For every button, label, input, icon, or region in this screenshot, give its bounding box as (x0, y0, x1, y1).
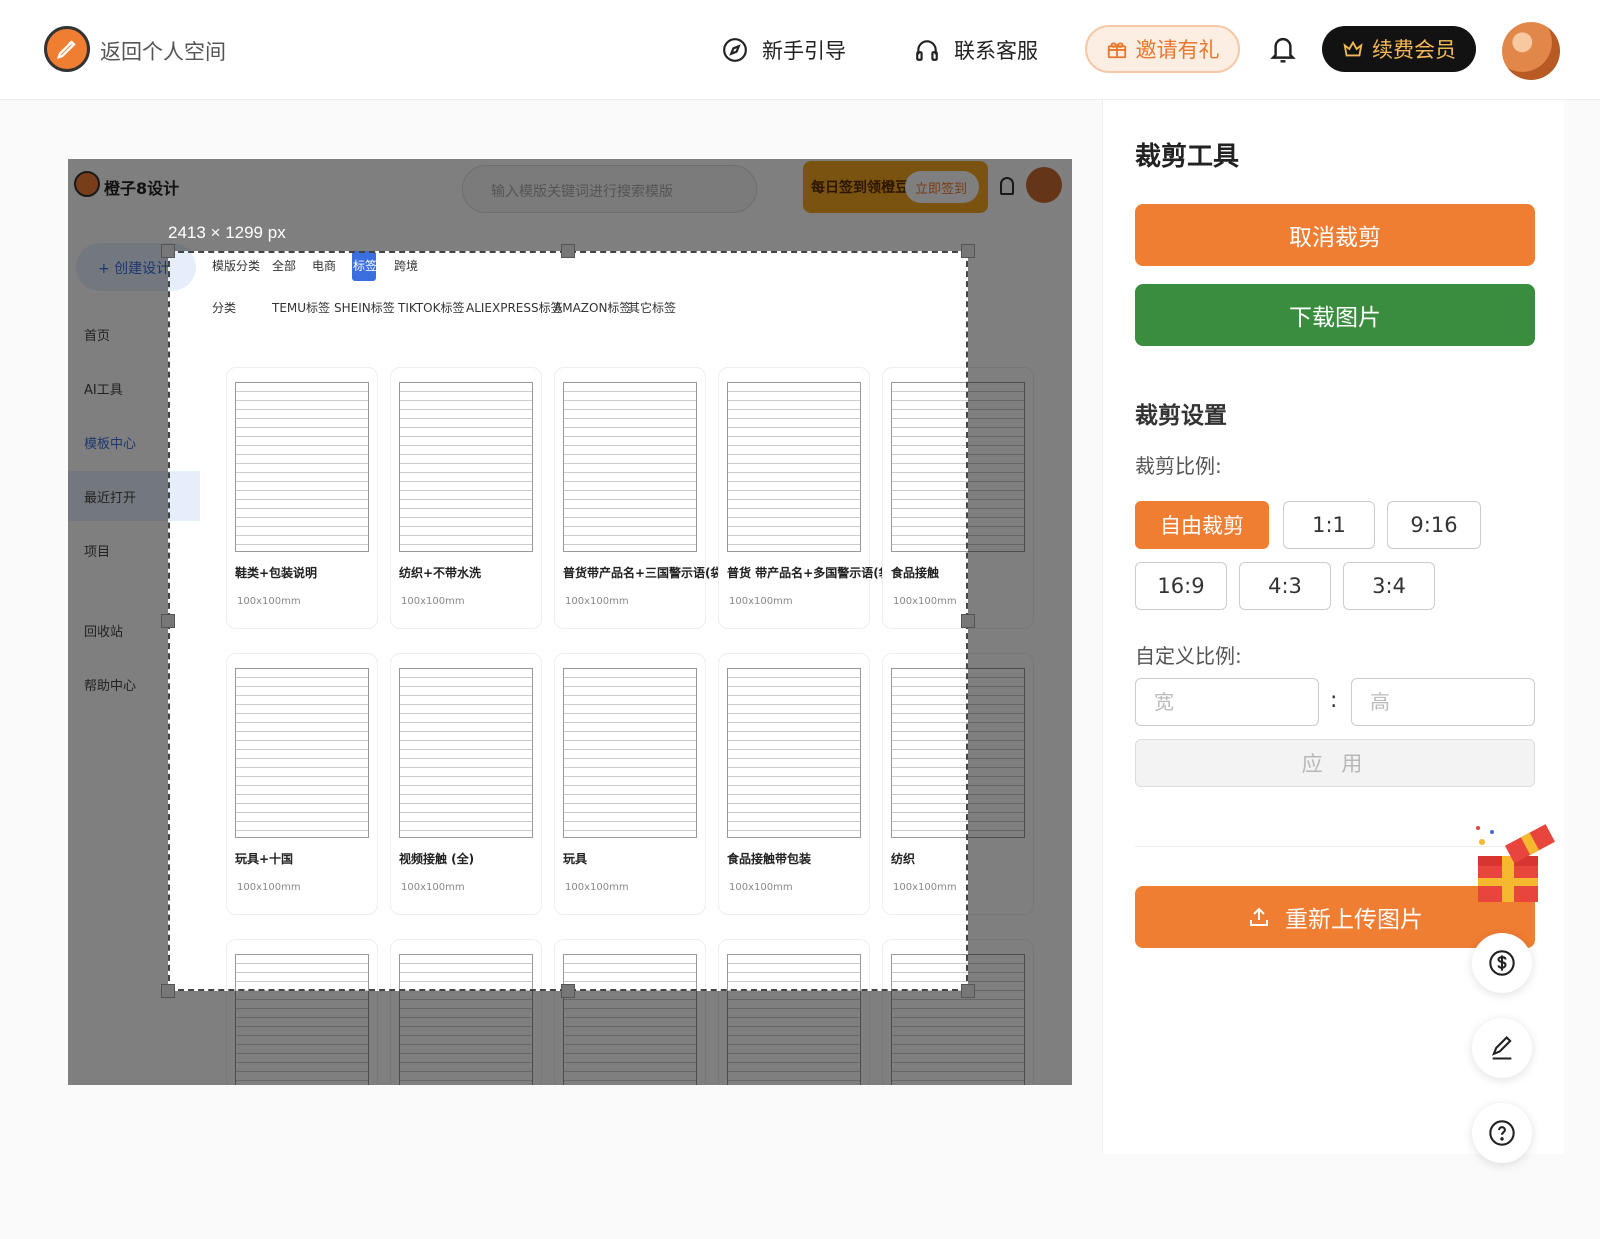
top-bar: 返回个人空间 新手引导 联系客服 邀请有礼 续费会员 (0, 0, 1600, 100)
help-float-button[interactable] (1472, 1103, 1532, 1163)
ratio-9-16-button[interactable]: 9:16 (1387, 501, 1481, 549)
compass-icon (723, 38, 747, 62)
invite-label: 邀请有礼 (1135, 38, 1220, 62)
bell-icon[interactable] (1268, 33, 1298, 65)
guide-link[interactable]: 新手引导 (722, 35, 846, 65)
download-image-button[interactable]: 下载图片 (1135, 284, 1535, 346)
cancel-crop-button[interactable]: 取消裁剪 (1135, 204, 1535, 266)
user-avatar[interactable] (1502, 22, 1560, 80)
help-icon (1489, 1120, 1515, 1146)
crop-settings-title: 裁剪设置 (1135, 403, 1227, 429)
custom-height-input[interactable] (1351, 678, 1535, 726)
invite-button[interactable]: 邀请有礼 (1085, 25, 1240, 73)
crop-handle-right[interactable] (961, 614, 975, 628)
renew-membership-button[interactable]: 续费会员 (1322, 26, 1476, 72)
pricing-float-button[interactable] (1472, 933, 1532, 993)
ratio-3-4-button[interactable]: 3:4 (1343, 562, 1435, 610)
renew-label: 续费会员 (1372, 38, 1456, 62)
crop-handle-bottom-left[interactable] (161, 984, 175, 998)
ratio-label: 裁剪比例: (1135, 454, 1222, 478)
ratio-1-1-button[interactable]: 1:1 (1283, 501, 1375, 549)
brand-logo-icon[interactable] (44, 26, 90, 72)
crop-mask-bottom (68, 991, 1072, 1085)
reupload-label: 重新上传图片 (1285, 907, 1423, 933)
guide-label: 新手引导 (762, 39, 846, 63)
edit-float-button[interactable] (1472, 1018, 1532, 1078)
crop-handle-left[interactable] (161, 614, 175, 628)
crop-handle-top-left[interactable] (161, 244, 175, 258)
crown-icon (1343, 40, 1363, 57)
panel-title: 裁剪工具 (1135, 142, 1240, 172)
crop-handle-bottom-right[interactable] (961, 984, 975, 998)
crop-mask-left (68, 251, 168, 991)
ratio-16-9-button[interactable]: 16:9 (1135, 562, 1227, 610)
pen-icon (1491, 1036, 1512, 1060)
crop-preview-stage[interactable]: 橙子8设计 输入模版关键词进行搜索模版 每日签到领橙豆 立即签到 + 创建设计 … (68, 159, 1072, 1085)
crop-selection[interactable] (168, 251, 968, 991)
ratio-4-3-button[interactable]: 4:3 (1239, 562, 1331, 610)
ratio-free-button[interactable]: 自由裁剪 (1135, 501, 1269, 549)
upload-icon (1250, 907, 1268, 926)
crop-handle-top[interactable] (561, 244, 575, 258)
apply-ratio-button[interactable]: 应 用 (1135, 739, 1535, 787)
crop-handle-top-right[interactable] (961, 244, 975, 258)
crop-handle-bottom[interactable] (561, 984, 575, 998)
support-link[interactable]: 联系客服 (914, 35, 1038, 65)
back-to-space-link[interactable]: 返回个人空间 (100, 36, 226, 66)
dollar-icon (1489, 950, 1515, 976)
crop-tool-panel: 裁剪工具 取消裁剪 下载图片 裁剪设置 裁剪比例: 自由裁剪 1:1 9:16 … (1102, 100, 1564, 1154)
ratio-colon: : (1330, 688, 1338, 713)
crop-size-label: 2413 × 1299 px (168, 223, 286, 242)
headphones-icon (916, 40, 938, 61)
custom-width-input[interactable] (1135, 678, 1319, 726)
crop-mask-right (968, 251, 1072, 991)
custom-ratio-label: 自定义比例: (1135, 644, 1242, 668)
gift-box-icon[interactable] (1474, 816, 1560, 906)
gift-icon (1107, 42, 1126, 59)
support-label: 联系客服 (954, 39, 1038, 63)
